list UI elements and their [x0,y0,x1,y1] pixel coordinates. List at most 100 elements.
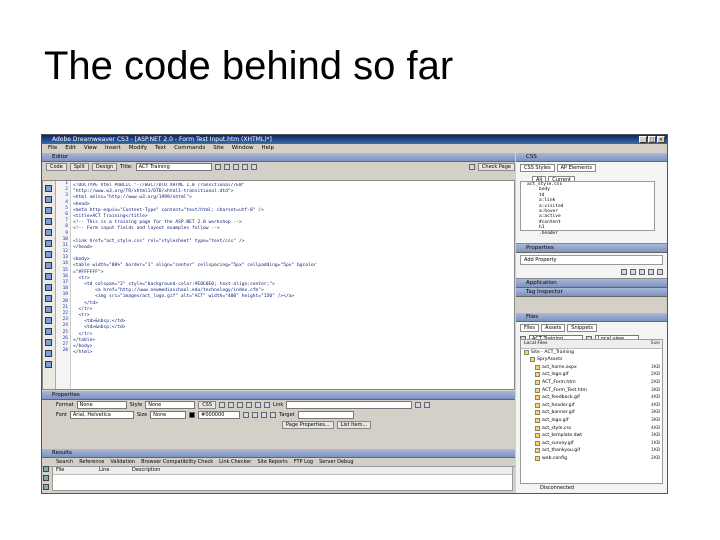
align-left-icon[interactable] [237,402,244,408]
tab-site-reports[interactable]: Site Reports [257,458,287,466]
tab-search[interactable]: Search [56,458,73,466]
size-select[interactable]: None [150,411,187,419]
page-properties-button[interactable]: Page Properties... [282,421,334,429]
align-center-icon[interactable] [246,402,253,408]
title-input[interactable]: ACT Training [135,163,212,171]
tab-validation[interactable]: Validation [110,458,135,466]
font-select[interactable]: Arial, Helvetica [69,411,134,419]
align-right-icon[interactable] [255,402,262,408]
color-input[interactable]: #000000 [198,411,241,419]
file-row[interactable]: act_home.aspx 3KB [521,364,662,372]
unordered-list-icon[interactable] [243,412,250,418]
menu-edit[interactable]: Edit [65,144,76,153]
design-view-button[interactable]: Design [91,163,118,171]
css-panel-header[interactable]: CSS [516,153,667,162]
select-parent-tag-icon[interactable] [45,229,52,236]
indent-code-icon[interactable] [45,328,52,335]
collapse-full-tag-icon[interactable] [45,196,52,203]
rule-properties-header[interactable]: Properties [516,244,667,253]
recent-snippets-icon[interactable] [45,306,52,313]
file-row[interactable]: act_survey.gif 1KB [521,440,662,448]
menu-modify[interactable]: Modify [129,144,147,153]
menu-insert[interactable]: Insert [105,144,121,153]
word-wrap-icon[interactable] [45,361,52,368]
tab-css-styles[interactable]: CSS Styles [520,164,555,172]
code-view-button[interactable]: Code [46,163,67,171]
tab-reference[interactable]: Reference [79,458,104,466]
file-row[interactable]: act_style.css 4KB [521,425,662,433]
file-row[interactable]: act_logo.gif 3KB [521,417,662,425]
file-row[interactable]: ACT_Form.htm 2KB [521,379,662,387]
file-tree[interactable]: Local Files Size Site - ACT_Training Spry… [520,339,663,484]
remove-comment-icon[interactable] [45,284,52,291]
outdent-code-icon[interactable] [45,339,52,346]
format-source-icon[interactable] [45,350,52,357]
expand-all-icon[interactable] [45,218,52,225]
file-row[interactable]: SpryAssets [521,356,662,364]
new-css-rule-icon[interactable] [648,269,654,275]
menu-window[interactable]: Window [232,144,254,153]
tab-browser-compatibility[interactable]: Browser Compatibility Check [141,458,213,466]
tab-assets[interactable]: Assets [540,324,566,332]
balance-braces-icon[interactable] [45,240,52,247]
delete-rule-icon[interactable] [657,269,663,275]
line-numbers-icon[interactable] [45,251,52,258]
menu-help[interactable]: Help [261,144,274,153]
browse-folder-icon[interactable] [424,402,431,408]
menu-view[interactable]: View [84,144,97,153]
more-info-icon[interactable] [43,484,49,490]
highlight-invalid-code-icon[interactable] [45,262,52,269]
point-to-file-icon[interactable] [415,402,422,408]
preview-browser-icon[interactable] [223,164,230,170]
properties-panel-header[interactable]: Properties [42,391,515,400]
check-page-button[interactable]: Check Page [477,163,515,171]
ordered-list-icon[interactable] [252,412,259,418]
file-row[interactable]: Site - ACT_Training [521,349,662,357]
menu-commands[interactable]: Commands [174,144,205,153]
bold-icon[interactable] [219,402,226,408]
run-icon[interactable] [43,466,49,472]
move-css-icon[interactable] [45,317,52,324]
results-list[interactable]: File Line Description [52,466,513,491]
tag-inspector-panel-header[interactable]: Tag Inspector [516,288,667,297]
add-property-link[interactable]: Add Property [520,255,663,265]
close-button[interactable]: × [657,136,665,143]
justify-icon[interactable] [264,402,271,408]
tab-server-debug[interactable]: Server Debug [319,458,353,466]
refresh-icon[interactable] [232,164,239,170]
minimize-button[interactable]: _ [639,136,647,143]
menu-text[interactable]: Text [155,144,166,153]
split-view-button[interactable]: Split [69,163,89,171]
apply-comment-icon[interactable] [45,273,52,280]
color-swatch[interactable] [189,412,196,418]
column-line[interactable]: Line [96,467,129,474]
stop-icon[interactable] [43,475,49,481]
open-documents-icon[interactable] [45,185,52,192]
tab-link-checker[interactable]: Link Checker [219,458,251,466]
column-file[interactable]: File [53,467,96,474]
application-panel-header[interactable]: Application [516,279,667,288]
style-select[interactable]: None [145,401,196,409]
target-select[interactable] [297,411,354,419]
format-select[interactable]: None [76,401,127,409]
italic-icon[interactable] [228,402,235,408]
attach-stylesheet-icon[interactable] [639,269,645,275]
view-options-icon[interactable] [241,164,248,170]
tab-snippets[interactable]: Snippets [567,324,597,332]
menu-file[interactable]: File [48,144,57,153]
file-row[interactable]: web.config 2KB [521,455,662,463]
list-view-icon[interactable] [630,269,636,275]
code-line[interactable]: </html> [73,350,510,356]
file-row[interactable]: act_thankyou.gif 1KB [521,447,662,455]
css-button[interactable]: CSS [198,401,217,409]
validate-icon[interactable] [468,164,475,170]
code-editor[interactable]: 1 2 3 4 5 6 7 8 9 10 11 12 13 14 15 16 17 18 19 20 21 22 23 24 2… [42,180,515,390]
code-text[interactable]: <!DOCTYPE html PUBLIC "-//W3C//DTD XHTML… [73,183,510,387]
document-panel-header[interactable]: Editor [42,153,515,162]
tab-ftp-log[interactable]: FTP Log [294,458,313,466]
text-outdent-icon[interactable] [261,412,268,418]
file-row[interactable]: ACT_Form_Test.htm 3KB [521,387,662,395]
column-description[interactable]: Description [129,467,160,474]
file-row[interactable]: act_header.gif 4KB [521,402,662,410]
file-row[interactable]: act_template.dwt 3KB [521,432,662,440]
